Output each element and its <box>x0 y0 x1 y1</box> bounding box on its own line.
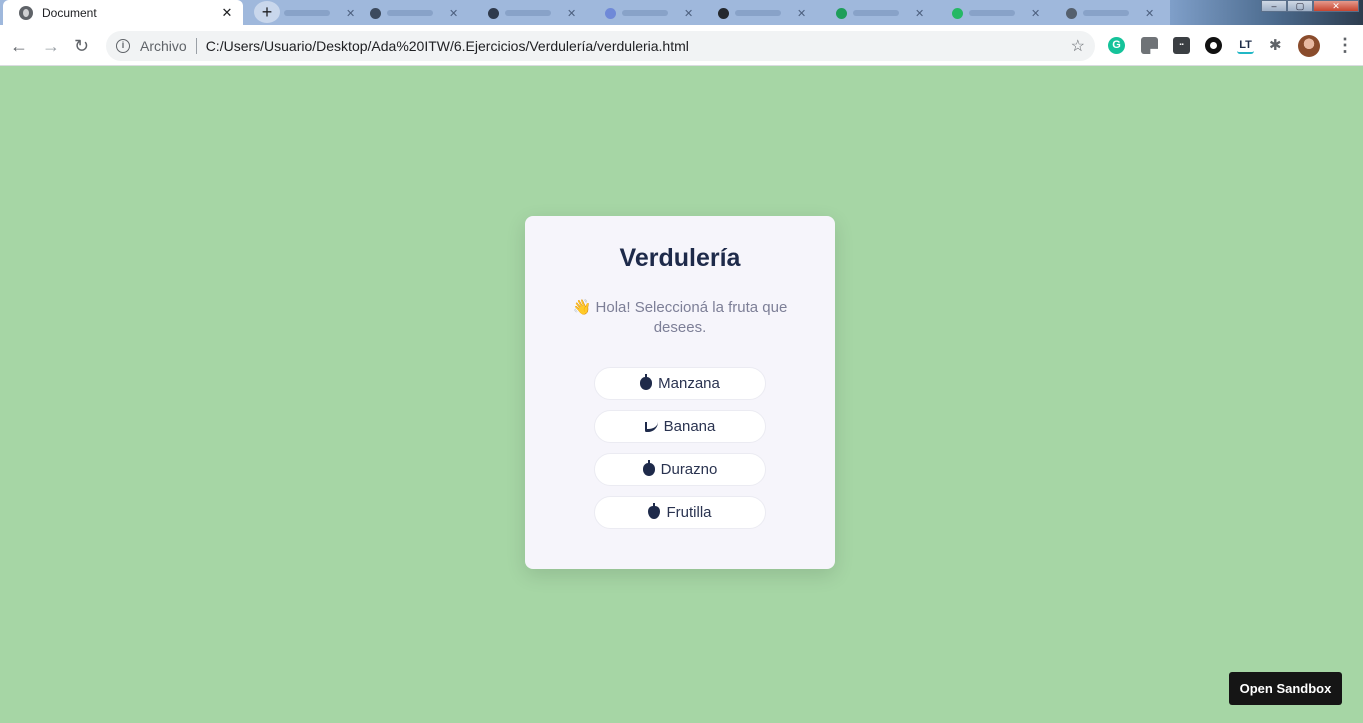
banana-icon <box>644 421 658 432</box>
background-tab[interactable]: ✕ <box>1066 3 1154 23</box>
tab-close-icon[interactable]: ✕ <box>219 5 235 21</box>
tab-title: Document <box>42 5 97 20</box>
divider <box>195 38 197 54</box>
tab-close-icon[interactable]: ✕ <box>449 7 458 20</box>
tab-close-icon[interactable]: ✕ <box>684 7 693 20</box>
minimize-icon[interactable]: – <box>1261 0 1287 12</box>
background-tab[interactable]: ✕ <box>284 3 355 23</box>
greeting-text: 👋 Hola! Seleccioná la fruta que desees. <box>572 299 788 336</box>
fruit-card: Verdulería 👋 Hola! Seleccioná la fruta q… <box>525 216 835 569</box>
background-tab[interactable]: ✕ <box>836 3 924 23</box>
maximize-icon[interactable]: ▢ <box>1287 0 1313 12</box>
languagetool-extension-icon[interactable]: LT <box>1237 37 1254 54</box>
url-text[interactable]: C:/Users/Usuario/Desktop/Ada%20ITW/6.Eje… <box>206 38 1071 54</box>
fruit-button-banana[interactable]: Banana <box>594 410 766 443</box>
background-tab[interactable]: ✕ <box>488 3 576 23</box>
chat-extension-icon[interactable] <box>1205 37 1222 54</box>
fruit-button-manzana[interactable]: Manzana <box>594 367 766 400</box>
background-tab[interactable]: ✕ <box>718 3 806 23</box>
extensions-puzzle-icon[interactable]: ✱ <box>1269 37 1286 54</box>
profile-avatar[interactable] <box>1298 35 1320 57</box>
flag-extension-icon[interactable] <box>1141 37 1158 54</box>
dark-extension-icon[interactable]: ▪▪ <box>1173 37 1190 54</box>
tab-document[interactable]: Document ✕ <box>3 0 243 25</box>
window-close-icon[interactable]: ✕ <box>1313 0 1359 12</box>
new-tab-button[interactable]: + <box>254 1 280 23</box>
fruit-label: Banana <box>663 418 716 435</box>
reload-icon[interactable]: ↻ <box>74 37 89 55</box>
tab-close-icon[interactable]: ✕ <box>915 7 924 20</box>
window-controls: – ▢ ✕ <box>1261 0 1359 12</box>
fruit-label: Frutilla <box>666 504 712 521</box>
strawberry-icon <box>648 503 661 519</box>
tab-close-icon[interactable]: ✕ <box>567 7 576 20</box>
tab-close-icon[interactable]: ✕ <box>1031 7 1040 20</box>
fruit-button-durazno[interactable]: Durazno <box>594 453 766 486</box>
background-tab[interactable]: ✕ <box>605 3 693 23</box>
fruit-button-frutilla[interactable]: Frutilla <box>594 496 766 529</box>
apple-icon <box>640 374 653 390</box>
menu-dots-icon[interactable]: ⋮ <box>1336 36 1354 54</box>
bookmark-star-icon[interactable]: ☆ <box>1071 36 1085 56</box>
background-tab[interactable]: ✕ <box>952 3 1040 23</box>
fruit-label: Durazno <box>660 461 718 478</box>
tab-close-icon[interactable]: ✕ <box>346 7 355 20</box>
globe-icon <box>19 5 33 20</box>
tab-close-icon[interactable]: ✕ <box>1145 7 1154 20</box>
info-icon[interactable]: i <box>116 39 130 53</box>
background-tab[interactable]: ✕ <box>370 3 458 23</box>
address-bar[interactable]: i Archivo C:/Users/Usuario/Desktop/Ada%2… <box>106 31 1095 61</box>
tab-close-icon[interactable]: ✕ <box>797 7 806 20</box>
peach-icon <box>642 460 655 476</box>
browser-toolbar: ← → ↻ i Archivo C:/Users/Usuario/Desktop… <box>0 25 1363 66</box>
fruit-label: Manzana <box>658 375 720 392</box>
page-title: Verdulería <box>619 244 741 272</box>
tab-strip: Document ✕ + ✕ ✕ ✕ ✕ ✕ ✕ ✕ ✕ – ▢ ✕ <box>0 0 1363 25</box>
forward-icon[interactable]: → <box>42 37 60 55</box>
open-sandbox-button[interactable]: Open Sandbox <box>1229 672 1342 705</box>
scheme-label: Archivo <box>140 38 187 54</box>
back-icon[interactable]: ← <box>10 37 28 55</box>
grammarly-extension-icon[interactable]: G <box>1108 37 1125 54</box>
